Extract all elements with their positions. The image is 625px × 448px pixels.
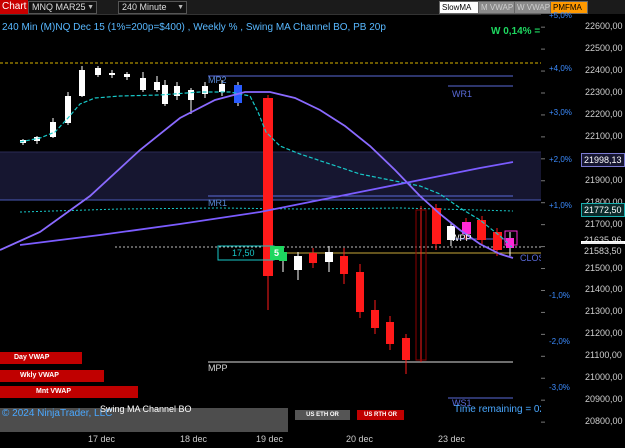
candle [340,256,348,274]
price-marker-box: 21583,50 [581,244,625,259]
percent-level-label: +4,0% [549,63,572,73]
price-tick-label: 20800,00 [585,416,623,427]
chart-title: 240 Min (M)NQ Dec 15 (1%=200p=$400) , We… [2,22,386,33]
price-marker-box: 21998,13 [581,153,625,168]
percent-level-label: +3,0% [549,107,572,117]
chart-toolbar: Chart MNQ MAR25 ▼ 240 Minute ▼ SlowMA M … [0,0,625,15]
chevron-down-icon: ▼ [87,4,94,11]
candle [402,338,410,360]
price-tick-label: 21400,00 [585,284,623,295]
instrument-selector[interactable]: MNQ MAR25 ▼ [28,1,97,14]
candles [20,66,514,374]
candle [79,70,85,96]
date-label: 19 dec [256,434,284,444]
candle [294,256,302,270]
date-label: 17 dec [88,434,116,444]
m-vwap-button[interactable]: M VWAP [478,1,518,14]
mr1-label: MR1 [208,198,228,208]
instrument-label: MNQ MAR25 [32,2,86,12]
candle [174,86,180,96]
price-tick-label: 22400,00 [585,65,623,76]
slowma-button[interactable]: SlowMA [439,1,479,14]
mpp-label: MPP [208,363,228,373]
day-vwap-button[interactable]: Day VWAP [0,352,82,364]
chevron-down-icon: ▼ [177,4,184,11]
price-tick-label: 22300,00 [585,86,623,97]
date-label: 18 dec [180,434,208,444]
date-label: 20 dec [346,434,374,444]
weekly-vwap-button[interactable]: Wkly VWAP [0,370,104,382]
percent-level-label: +1,0% [549,200,572,210]
price-chart-panel[interactable]: 240 Min (M)NQ Dec 15 (1%=200p=$400) , We… [0,14,573,432]
price-tick-label: 22500,00 [585,43,623,54]
candle [65,96,71,123]
candle [371,310,379,328]
price-tick-label: 21100,00 [585,350,622,361]
candle [356,272,364,312]
indicator-name: Swing MA Channel BO [100,404,192,414]
candle [50,122,56,137]
candle [202,86,208,94]
date-label: 23 dec [438,434,466,444]
candle [109,73,115,75]
entry-price: 17,50 [232,248,255,258]
timeframe-label: 240 Minute [122,2,167,12]
us-eth-or-button[interactable]: US ETH OR [295,410,350,420]
w-vwap-button[interactable]: W VWAP [514,1,554,14]
candle [188,90,194,100]
percent-level-label: -1,0% [549,290,570,300]
candle [95,68,101,75]
candle [309,253,317,263]
price-marker-box: 21772,50 [581,202,625,217]
price-tick-label: 21900,00 [585,174,623,185]
wpp-label: WPP [451,233,472,243]
copyright-text: © 2024 NinjaTrader, LLC [2,408,113,419]
price-tick-label: 22100,00 [585,130,623,141]
timeframe-selector[interactable]: 240 Minute ▼ [118,1,187,14]
percent-level-label: +2,0% [549,154,572,164]
percent-level-label: -2,0% [549,337,570,347]
percent-level-label: +5,0% [549,11,572,21]
entry-badge: 5 [274,248,280,258]
candle [154,82,160,90]
price-tick-label: 21300,00 [585,306,623,317]
price-tick-label: 21500,00 [585,262,623,273]
percent-level-label: -3,0% [549,383,570,393]
candle [325,252,333,262]
monthly-vwap-button[interactable]: Mnt VWAP [0,386,138,398]
candle [386,322,394,344]
date-axis: 17 dec 18 dec 19 dec 20 dec 23 dec [0,432,625,448]
price-tick-label: 20900,00 [585,394,623,405]
price-tick-label: 22600,00 [585,21,623,32]
price-tick-label: 21700,00 [585,218,623,229]
us-rth-or-button[interactable]: US RTH OR [357,410,404,420]
candle [124,74,130,77]
candle [140,78,146,90]
price-tick-label: 21200,00 [585,328,623,339]
wr1-label: WR1 [452,89,472,99]
mp2-label: MP2 [208,75,227,85]
candle [219,84,225,92]
price-axis[interactable]: 22600,00 22500,00 22400,00 22300,00 22200,00… [541,11,625,432]
chart-tab[interactable]: Chart [0,0,28,14]
price-tick-label: 21000,00 [585,372,623,383]
price-tick-label: 22200,00 [585,108,623,119]
